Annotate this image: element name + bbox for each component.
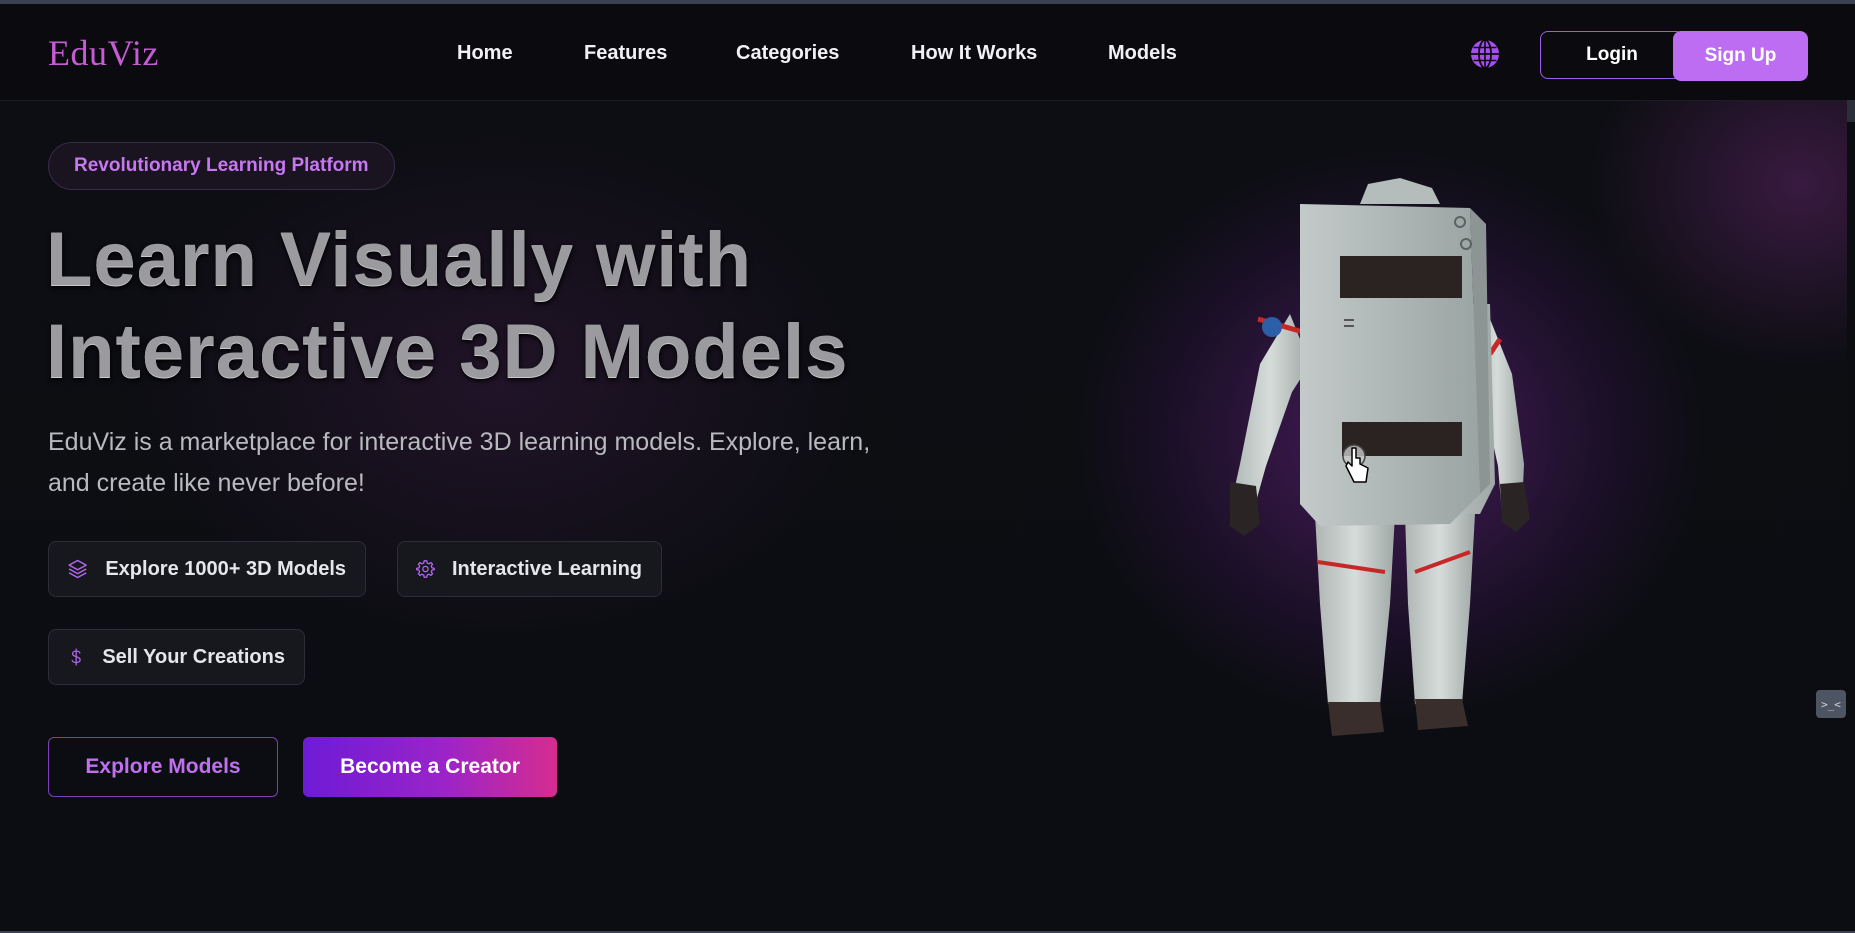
hero-description: EduViz is a marketplace for interactive …	[48, 428, 871, 497]
nav-models[interactable]: Models	[1108, 42, 1177, 65]
gear-icon	[416, 560, 435, 578]
explore-models-button[interactable]: Explore Models	[48, 737, 278, 797]
platform-badge: Revolutionary Learning Platform	[48, 142, 395, 190]
hero-title: Learn Visually with Interactive 3D Model…	[46, 214, 946, 398]
page-scrollbar[interactable]	[1847, 100, 1855, 920]
nav-features[interactable]: Features	[584, 42, 667, 65]
dollar-icon	[71, 648, 81, 666]
hero-title-line-2: Interactive 3D Models	[46, 309, 849, 394]
hero-title-line-1: Learn Visually with	[46, 217, 753, 302]
nav-home[interactable]: Home	[457, 42, 513, 65]
nav-how-it-works[interactable]: How It Works	[911, 42, 1037, 65]
feature-label: Interactive Learning	[451, 557, 642, 580]
app-window: EduViz Home Features Categories How It W…	[0, 0, 1855, 933]
feature-label: Sell Your Creations	[102, 645, 285, 668]
devtools-widget[interactable]: >_<	[1816, 690, 1846, 718]
signup-button[interactable]: Sign Up	[1673, 31, 1808, 81]
feature-interactive-learning[interactable]: Interactive Learning	[397, 541, 662, 597]
layers-icon	[68, 559, 87, 579]
astronaut-3d-model-viewer[interactable]	[1200, 164, 1560, 764]
scrollbar-thumb[interactable]	[1847, 100, 1855, 122]
eduviz-logo[interactable]: EduViz	[48, 32, 159, 74]
nav-categories[interactable]: Categories	[736, 42, 839, 65]
top-navbar: EduViz Home Features Categories How It W…	[0, 4, 1855, 101]
feature-sell-creations[interactable]: Sell Your Creations	[48, 629, 305, 685]
feature-label: Explore 1000+ 3D Models	[105, 557, 346, 580]
login-button[interactable]: Login	[1540, 31, 1684, 79]
globe-icon[interactable]	[1469, 38, 1501, 70]
become-creator-button[interactable]: Become a Creator	[303, 737, 557, 797]
feature-explore-models[interactable]: Explore 1000+ 3D Models	[48, 541, 366, 597]
